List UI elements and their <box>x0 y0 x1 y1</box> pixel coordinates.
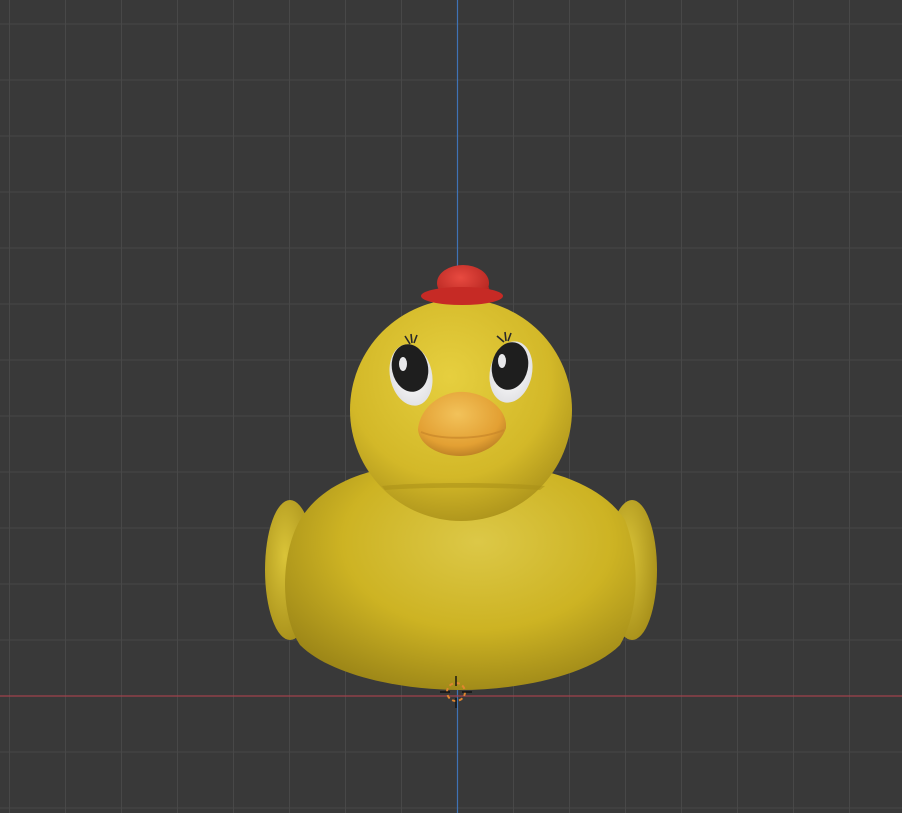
3d-viewport[interactable] <box>0 0 902 813</box>
viewport-canvas[interactable] <box>0 0 902 813</box>
duck-model[interactable] <box>265 265 657 690</box>
duck-hat[interactable] <box>421 265 503 305</box>
